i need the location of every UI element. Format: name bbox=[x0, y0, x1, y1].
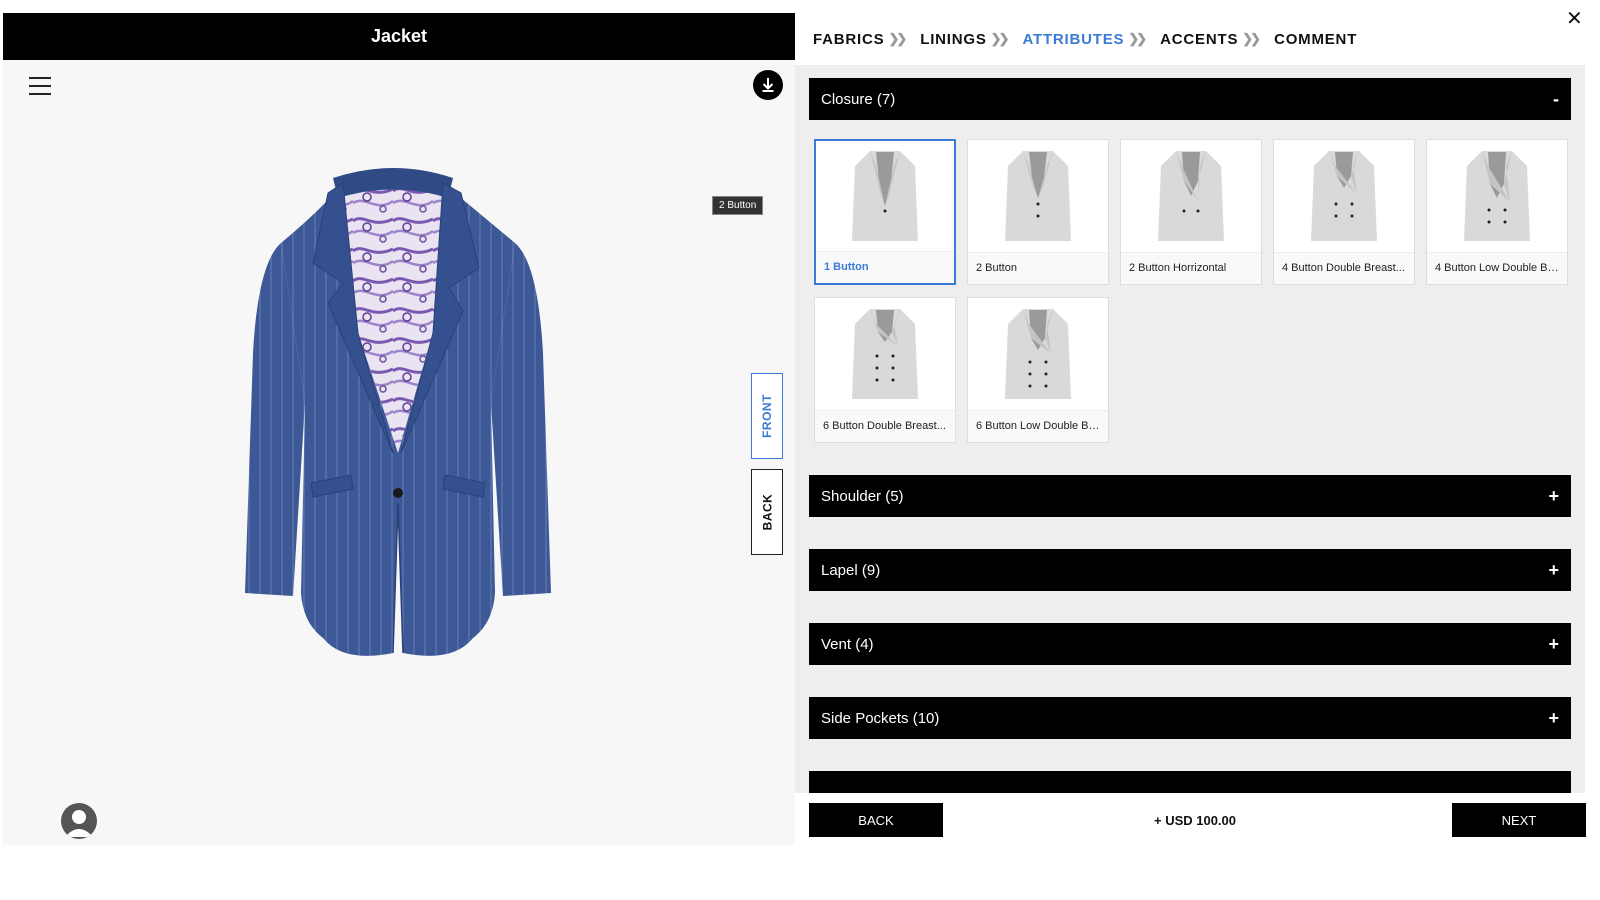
tab-label: FABRICS bbox=[813, 30, 885, 48]
customizer-panel: FABRICS ❯❯ LININGS ❯❯ ATTRIBUTES ❯❯ ACCENTS… bbox=[795, 13, 1586, 845]
preview-header: Jacket bbox=[3, 13, 795, 60]
option-label: 6 Button Low Double Br... bbox=[968, 410, 1108, 442]
closure-option-4-button-low-double-breasted[interactable]: 4 Button Low Double Br... bbox=[1426, 139, 1568, 285]
expand-icon[interactable]: + bbox=[1548, 486, 1559, 507]
step-tabs: FABRICS ❯❯ LININGS ❯❯ ATTRIBUTES ❯❯ ACCENTS… bbox=[795, 13, 1585, 65]
closure-option-2-button-horizontal[interactable]: 2 Button Horrizontal bbox=[1120, 139, 1262, 285]
option-label: 2 Button Horrizontal bbox=[1121, 252, 1261, 284]
closure-option-6-button-low-double-breasted[interactable]: 6 Button Low Double Br... bbox=[967, 297, 1109, 443]
jacket-thumbnail-icon bbox=[1121, 140, 1261, 252]
tab-linings[interactable]: LININGS ❯❯ bbox=[920, 30, 1010, 48]
jacket-thumbnail-icon bbox=[816, 141, 954, 252]
tab-label: ACCENTS bbox=[1160, 30, 1239, 48]
close-icon[interactable]: ✕ bbox=[1566, 6, 1583, 31]
tab-label: ATTRIBUTES bbox=[1022, 30, 1125, 48]
chevron-right-icon: ❯❯ bbox=[1242, 31, 1261, 46]
front-view-button[interactable]: FRONT bbox=[751, 373, 783, 459]
back-button[interactable]: BACK bbox=[809, 803, 943, 837]
tab-label: LININGS bbox=[920, 30, 987, 48]
hamburger-menu-icon[interactable] bbox=[29, 77, 53, 97]
attributes-scroll-area[interactable]: Closure (7) - 1 Button 2 Button 2 Button… bbox=[809, 78, 1571, 793]
chevron-right-icon: ❯❯ bbox=[990, 31, 1010, 46]
option-label: 4 Button Double Breast... bbox=[1274, 252, 1414, 284]
closure-options-grid: 1 Button 2 Button 2 Button Horrizontal 4… bbox=[809, 120, 1571, 443]
closure-option-1-button[interactable]: 1 Button bbox=[814, 139, 956, 285]
panel-footer: BACK + USD 100.00 NEXT bbox=[795, 793, 1586, 845]
section-closure-header[interactable]: Closure (7) - bbox=[809, 78, 1571, 120]
jacket-thumbnail-icon bbox=[1274, 140, 1414, 252]
section-shoulder-header[interactable]: Shoulder (5) + bbox=[809, 475, 1571, 517]
option-label: 2 Button bbox=[968, 252, 1108, 284]
section-side-pockets-header[interactable]: Side Pockets (10) + bbox=[809, 697, 1571, 739]
section-title: Lapel (9) bbox=[821, 561, 881, 579]
back-view-label: BACK bbox=[760, 493, 775, 531]
tab-comment[interactable]: COMMENT bbox=[1274, 31, 1357, 48]
chevron-right-icon: ❯❯ bbox=[1128, 31, 1147, 46]
option-label: 6 Button Double Breast... bbox=[815, 410, 955, 442]
download-icon[interactable] bbox=[753, 70, 783, 100]
collapse-icon[interactable]: - bbox=[1553, 89, 1559, 110]
closure-option-6-button-double-breasted[interactable]: 6 Button Double Breast... bbox=[814, 297, 956, 443]
jacket-thumbnail-icon bbox=[968, 298, 1108, 410]
app-root: Jacket 2 Button FRONT BACK FABRICS ❯❯ LI… bbox=[0, 0, 1600, 900]
section-title: Shoulder (5) bbox=[821, 487, 904, 505]
price-total: + USD 100.00 bbox=[1153, 813, 1237, 828]
user-avatar-icon[interactable] bbox=[61, 803, 97, 839]
section-title: Closure (7) bbox=[821, 90, 896, 108]
chevron-right-icon: ❯❯ bbox=[888, 31, 907, 46]
back-view-button[interactable]: BACK bbox=[751, 469, 783, 555]
preview-panel: Jacket 2 Button FRONT BACK bbox=[3, 13, 795, 845]
front-view-label: FRONT bbox=[760, 394, 775, 438]
expand-icon[interactable]: + bbox=[1548, 708, 1559, 729]
jacket-thumbnail-icon bbox=[1427, 140, 1567, 252]
section-title: Vent (4) bbox=[821, 635, 874, 653]
tab-attributes[interactable]: ATTRIBUTES ❯❯ bbox=[1022, 30, 1147, 48]
closure-option-4-button-double-breasted[interactable]: 4 Button Double Breast... bbox=[1273, 139, 1415, 285]
option-label: 4 Button Low Double Br... bbox=[1427, 252, 1567, 284]
closure-option-2-button[interactable]: 2 Button bbox=[967, 139, 1109, 285]
next-button[interactable]: NEXT bbox=[1452, 803, 1586, 837]
jacket-preview[interactable] bbox=[233, 153, 563, 673]
jacket-thumbnail-icon bbox=[968, 140, 1108, 252]
expand-icon[interactable]: + bbox=[1548, 560, 1559, 581]
tab-label: COMMENT bbox=[1274, 30, 1358, 48]
section-vent-header[interactable]: Vent (4) + bbox=[809, 623, 1571, 665]
section-title: Side Pockets (10) bbox=[821, 709, 940, 727]
jacket-thumbnail-icon bbox=[815, 298, 955, 410]
tab-fabrics[interactable]: FABRICS ❯❯ bbox=[813, 30, 907, 48]
section-next-header-partial[interactable] bbox=[809, 771, 1571, 793]
closure-tooltip: 2 Button bbox=[712, 196, 764, 215]
option-label: 1 Button bbox=[816, 251, 954, 283]
expand-icon[interactable]: + bbox=[1548, 634, 1559, 655]
section-lapel-header[interactable]: Lapel (9) + bbox=[809, 549, 1571, 591]
tab-accents[interactable]: ACCENTS ❯❯ bbox=[1160, 30, 1261, 48]
preview-title: Jacket bbox=[370, 26, 428, 46]
